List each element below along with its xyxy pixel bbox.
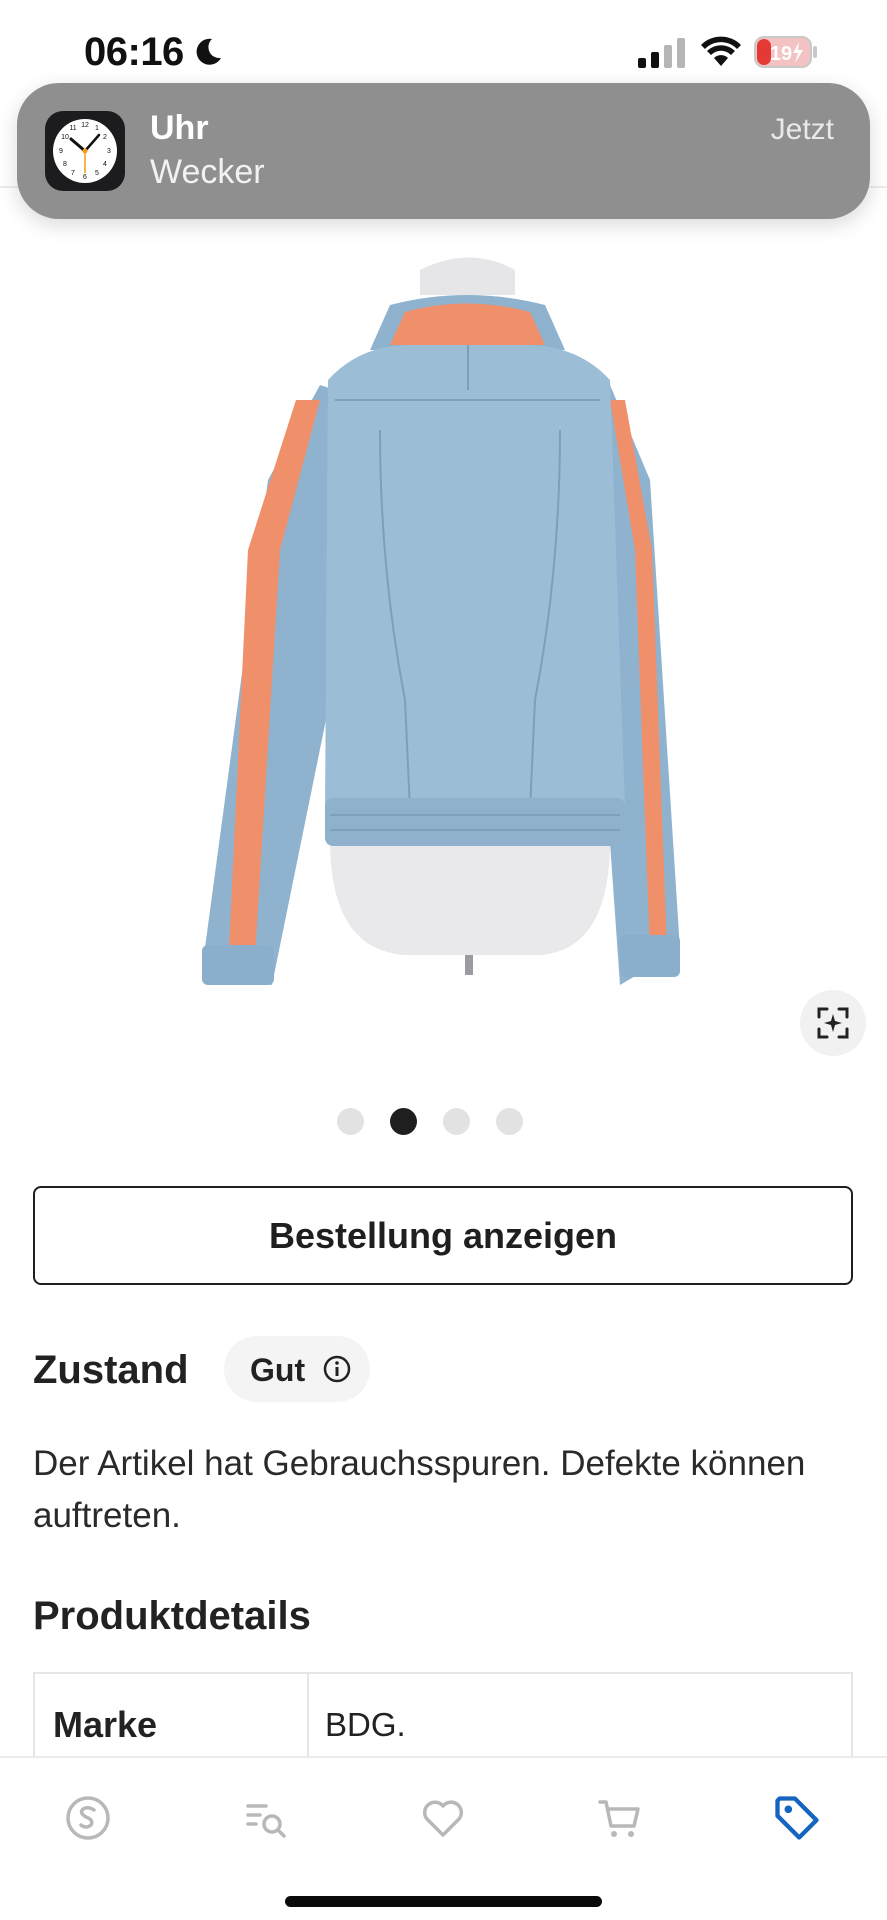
svg-text:11: 11 [69, 125, 76, 132]
gallery-dot-2[interactable] [390, 1108, 417, 1135]
cellular-signal-icon [638, 38, 685, 68]
details-value-brand: BDG. [325, 1706, 406, 1743]
cart-icon [598, 1800, 640, 1837]
heart-icon [422, 1800, 464, 1837]
svg-text:2: 2 [103, 134, 107, 141]
condition-description: Der Artikel hat Gebrauchsspuren. Defekte… [33, 1444, 806, 1535]
tab-sell[interactable] [767, 1788, 827, 1848]
clock-app-icon: 12 1 2 345 678 9 10 11 [45, 111, 125, 191]
condition-badge-label: Gut [250, 1352, 306, 1388]
product-details-table: Marke BDG. [33, 1672, 853, 1764]
condition-badge[interactable]: Gut [224, 1336, 370, 1402]
condition-heading: Zustand [33, 1348, 189, 1392]
svg-text:4: 4 [103, 161, 107, 168]
notification-title: Uhr [150, 109, 209, 147]
gallery-dot-4[interactable] [496, 1108, 523, 1135]
details-key-brand: Marke [53, 1704, 158, 1745]
sell-tag-icon [775, 1796, 819, 1840]
svg-text:1: 1 [95, 125, 99, 132]
table-divider [307, 1674, 309, 1764]
status-bar: 06:16 19 [0, 0, 887, 96]
gallery-pagination [0, 1108, 887, 1138]
tab-home[interactable] [58, 1788, 118, 1848]
wifi-icon [701, 36, 741, 66]
svg-text:5: 5 [95, 170, 99, 177]
svg-text:3: 3 [107, 148, 111, 155]
gallery-dot-1[interactable] [337, 1108, 364, 1135]
visual-search-button[interactable] [800, 990, 866, 1056]
battery-icon: 19 [754, 36, 817, 68]
info-icon [323, 1355, 351, 1383]
search-list-icon [246, 1804, 286, 1838]
moon-icon [196, 38, 221, 65]
svg-text:8: 8 [63, 161, 67, 168]
status-time: 06:16 [84, 30, 184, 74]
tab-search[interactable] [236, 1788, 296, 1848]
svg-text:12: 12 [81, 122, 89, 129]
notification-time: Jetzt [770, 113, 834, 146]
svg-text:7: 7 [71, 170, 75, 177]
home-indicator[interactable] [285, 1896, 602, 1907]
tab-cart[interactable] [590, 1788, 650, 1848]
product-image[interactable] [180, 250, 710, 1000]
battery-level: 19 [770, 43, 792, 65]
home-logo-icon [66, 1796, 110, 1840]
svg-text:6: 6 [83, 174, 87, 181]
show-order-button[interactable]: Bestellung anzeigen [33, 1186, 853, 1285]
svg-text:9: 9 [59, 148, 63, 155]
visual-search-icon [817, 1007, 849, 1039]
bottom-tab-bar [0, 1756, 887, 1920]
notification-banner[interactable]: 12 1 2 345 678 9 10 11 Uhr Wecker Jetzt [17, 83, 870, 219]
notification-subtitle: Wecker [150, 153, 265, 191]
svg-text:10: 10 [61, 134, 69, 141]
product-details-heading: Produktdetails [33, 1594, 311, 1638]
gallery-dot-3[interactable] [443, 1108, 470, 1135]
tab-favorites[interactable] [413, 1788, 473, 1848]
